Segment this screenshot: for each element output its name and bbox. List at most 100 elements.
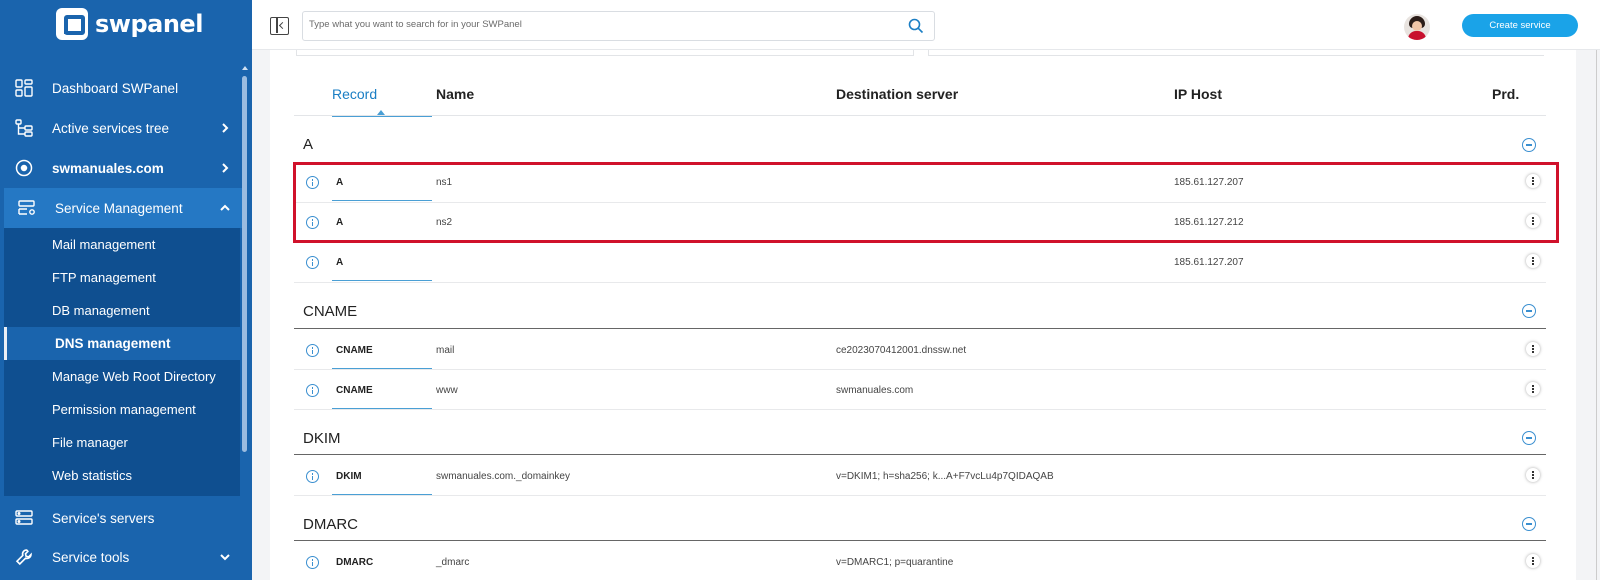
divider <box>294 115 1546 116</box>
record-type: DKIM <box>336 471 362 482</box>
submenu-label: Web statistics <box>52 468 132 483</box>
info-icon[interactable] <box>306 556 319 569</box>
scrollbar-up-arrow[interactable] <box>242 66 248 70</box>
row-menu-icon[interactable] <box>1526 254 1540 268</box>
submenu-label: FTP management <box>52 270 156 285</box>
info-icon[interactable] <box>306 256 319 269</box>
submenu-label: Manage Web Root Directory <box>52 369 216 384</box>
divider <box>294 409 1546 410</box>
table-row: CNAME mail ce2023070412001.dnssw.net <box>294 330 1546 370</box>
sidebar-item-service-management[interactable]: Service Management <box>4 188 244 228</box>
record-type: A <box>336 217 344 228</box>
submenu-item-mail[interactable]: Mail management <box>4 228 240 261</box>
sidebar-item-services-servers[interactable]: Service's servers <box>0 498 244 538</box>
sidebar-item-label: Service Management <box>55 200 183 216</box>
server-settings-icon <box>18 200 35 215</box>
submenu-item-file-manager[interactable]: File manager <box>4 426 240 459</box>
record-ip: 185.61.127.212 <box>1174 217 1244 228</box>
submenu-label: Mail management <box>52 237 156 252</box>
tree-icon <box>15 119 33 137</box>
row-menu-icon[interactable] <box>1526 382 1540 396</box>
record-name: ns1 <box>436 177 453 188</box>
dashboard-grid-icon <box>15 79 33 97</box>
sidebar-scrollbar[interactable] <box>242 76 247 452</box>
collapse-group-icon[interactable] <box>1522 304 1536 318</box>
topbar: Create service <box>252 0 1600 50</box>
record-name: www <box>436 385 458 396</box>
sidebar-item-domain[interactable]: swmanuales.com <box>0 148 244 188</box>
record-destination: v=DMARC1; p=quarantine <box>836 557 954 568</box>
swpanel-logo[interactable]: swpanel <box>56 8 203 40</box>
collapse-group-icon[interactable] <box>1522 138 1536 152</box>
service-management-submenu: Mail management FTP management DB manage… <box>4 228 240 496</box>
submenu-label: DNS management <box>55 336 171 351</box>
sidebar-item-service-tools[interactable]: Service tools <box>0 537 244 577</box>
row-menu-icon[interactable] <box>1526 174 1540 188</box>
record-type: CNAME <box>336 385 373 396</box>
swpanel-logo-icon <box>56 8 88 40</box>
record-type: CNAME <box>336 345 373 356</box>
sidebar-toggle-button[interactable] <box>270 17 289 35</box>
sidebar-item-label: Service's servers <box>52 510 155 526</box>
table-row: DMARC _dmarc v=DMARC1; p=quarantine <box>294 542 1546 580</box>
record-name: ns2 <box>436 217 453 228</box>
record-ip: 185.61.127.207 <box>1174 177 1244 188</box>
submenu-item-web-statistics[interactable]: Web statistics <box>4 459 240 492</box>
search-input[interactable] <box>309 19 879 30</box>
column-header-ip-host[interactable]: IP Host <box>1174 86 1222 102</box>
submenu-label: File manager <box>52 435 128 450</box>
panel-edge <box>296 50 914 56</box>
chevron-right-icon <box>222 163 229 173</box>
table-row: A ns2 185.61.127.212 <box>294 202 1546 242</box>
wrench-icon <box>15 549 32 566</box>
column-header-destination[interactable]: Destination server <box>836 86 958 102</box>
info-icon[interactable] <box>306 216 319 229</box>
info-icon[interactable] <box>306 384 319 397</box>
table-row: DKIM swmanuales.com._domainkey v=DKIM1; … <box>294 456 1546 496</box>
row-menu-icon[interactable] <box>1526 342 1540 356</box>
submenu-item-web-root[interactable]: Manage Web Root Directory <box>4 360 240 393</box>
record-type: A <box>336 257 344 268</box>
divider <box>294 282 1546 283</box>
divider <box>294 540 1546 541</box>
info-icon[interactable] <box>306 176 319 189</box>
group-title-cname: CNAME <box>303 303 358 320</box>
chevron-down-icon <box>220 554 230 561</box>
record-type: DMARC <box>336 557 374 568</box>
column-header-prd[interactable]: Prd. <box>1492 86 1519 102</box>
sidebar-item-label: Active services tree <box>52 120 170 136</box>
record-name: swmanuales.com._domainkey <box>436 471 570 482</box>
submenu-item-ftp[interactable]: FTP management <box>4 261 240 294</box>
column-header-name[interactable]: Name <box>436 86 474 102</box>
info-icon[interactable] <box>306 470 319 483</box>
divider <box>294 495 1546 496</box>
submenu-item-dns[interactable]: DNS management <box>4 327 240 360</box>
submenu-label: Permission management <box>52 402 196 417</box>
submenu-item-permissions[interactable]: Permission management <box>4 393 240 426</box>
sidebar-item-label: Dashboard SWPanel <box>52 80 179 96</box>
column-header-record[interactable]: Record <box>332 86 377 102</box>
panel-edge <box>928 50 1544 56</box>
search-icon[interactable] <box>908 18 924 34</box>
dns-records-card <box>270 50 1576 580</box>
submenu-item-db[interactable]: DB management <box>4 294 240 327</box>
row-menu-icon[interactable] <box>1526 214 1540 228</box>
info-icon[interactable] <box>306 344 319 357</box>
collapse-group-icon[interactable] <box>1522 431 1536 445</box>
submenu-label: DB management <box>52 303 150 318</box>
divider <box>294 454 1546 455</box>
avatar[interactable] <box>1404 14 1430 40</box>
chevron-right-icon <box>222 123 229 133</box>
row-menu-icon[interactable] <box>1526 468 1540 482</box>
table-row: A ns1 185.61.127.207 <box>294 162 1546 202</box>
create-service-button[interactable]: Create service <box>1462 14 1578 37</box>
divider <box>1596 50 1597 580</box>
record-ip: 185.61.127.207 <box>1174 257 1244 268</box>
search-box[interactable] <box>302 11 935 41</box>
group-title-dkim: DKIM <box>303 430 341 447</box>
record-destination: swmanuales.com <box>836 385 914 396</box>
collapse-group-icon[interactable] <box>1522 517 1536 531</box>
sidebar-item-active-services-tree[interactable]: Active services tree <box>0 108 244 148</box>
row-menu-icon[interactable] <box>1526 554 1540 568</box>
sidebar-item-dashboard[interactable]: Dashboard SWPanel <box>0 68 244 108</box>
